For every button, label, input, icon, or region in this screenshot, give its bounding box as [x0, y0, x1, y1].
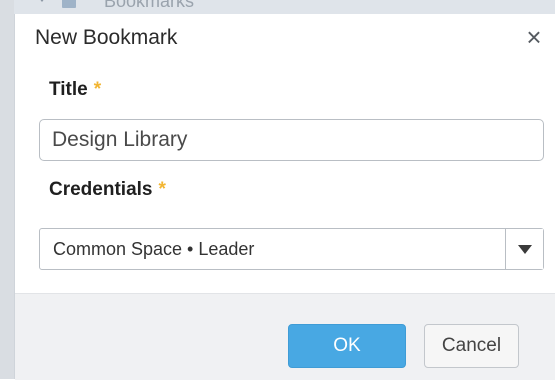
new-bookmark-dialog: New Bookmark × Title* Credentials* Commo…: [14, 14, 555, 380]
close-icon[interactable]: ×: [521, 24, 547, 50]
ok-button[interactable]: OK: [288, 324, 406, 368]
title-label-text: Title: [49, 79, 88, 100]
title-input[interactable]: [39, 119, 544, 161]
required-star-icon: *: [158, 179, 166, 200]
required-star-icon: *: [93, 79, 102, 100]
title-label: Title *: [49, 79, 101, 101]
chevron-down-icon: [518, 245, 532, 254]
dialog-footer: OK Cancel: [15, 293, 555, 380]
folder-icon: [62, 0, 76, 8]
expand-caret-icon: [36, 0, 48, 2]
background-left-panel: [0, 0, 14, 379]
dialog-title: New Bookmark: [35, 26, 178, 49]
credentials-label-text: Credentials: [49, 179, 153, 200]
cancel-button[interactable]: Cancel: [424, 324, 519, 368]
dialog-header: New Bookmark ×: [15, 14, 555, 62]
credentials-label: Credentials *: [49, 179, 166, 201]
background-label: Bookmarks: [104, 0, 195, 11]
background-bookmarks-row: Bookmarks: [0, 0, 555, 14]
credentials-select[interactable]: Common Space • Leader: [39, 228, 544, 270]
credentials-dropdown-button[interactable]: [505, 229, 543, 269]
credentials-selected-value: Common Space • Leader: [53, 239, 255, 259]
